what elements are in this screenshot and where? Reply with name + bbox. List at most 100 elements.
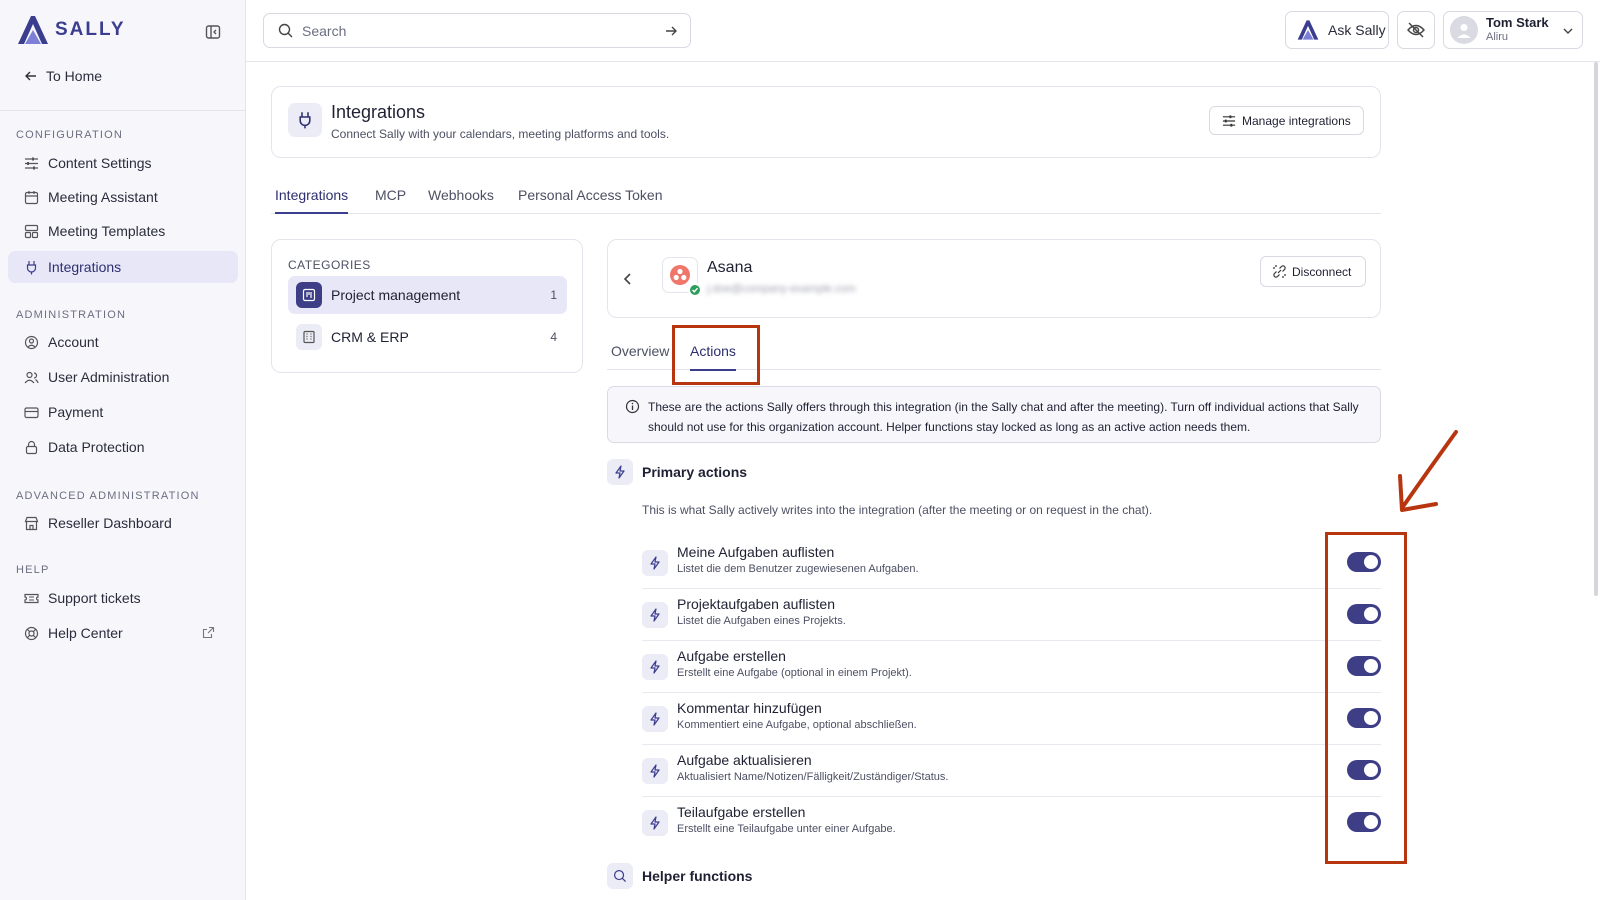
sidebar-item-label: Integrations	[48, 259, 122, 275]
search-box[interactable]	[263, 13, 691, 48]
action-title: Aufgabe aktualisieren	[677, 752, 812, 768]
kanban-icon	[296, 282, 322, 308]
ask-sally-button[interactable]: Ask Sally	[1285, 11, 1389, 49]
sidebar-item-help-center[interactable]: Help Center	[8, 617, 238, 649]
action-description: Erstellt eine Teilaufgabe unter einer Au…	[677, 823, 896, 835]
sidebar-item-label: Account	[48, 334, 99, 350]
sidebar-collapse-icon[interactable]	[205, 24, 221, 40]
plug-icon	[26, 260, 37, 274]
primary-actions-subtitle: This is what Sally actively writes into …	[642, 503, 1153, 517]
lightning-icon	[642, 810, 668, 836]
section-administration: ADMINISTRATION	[16, 309, 127, 321]
integration-name: Asana	[707, 259, 753, 276]
action-description: Aktualisiert Name/Notizen/Fälligkeit/Zus…	[677, 771, 949, 783]
chevron-down-icon	[1563, 28, 1573, 34]
unlink-icon	[1273, 265, 1286, 278]
tab-personal-access-token[interactable]: Personal Access Token	[518, 187, 663, 212]
action-row: Kommentar hinzufügen Kommentiert eine Au…	[642, 693, 1381, 745]
lock-icon	[25, 440, 38, 454]
building-icon	[296, 324, 322, 350]
sidebar-item-support-tickets[interactable]: Support tickets	[8, 582, 238, 614]
plug-icon	[299, 112, 311, 129]
categories-title: CATEGORIES	[288, 258, 371, 272]
ask-sally-label: Ask Sally	[1328, 22, 1386, 38]
tab-integrations[interactable]: Integrations	[275, 187, 349, 214]
top-bar: Ask Sally Tom Stark Aliru	[246, 0, 1600, 62]
tab-overview[interactable]: Overview	[611, 343, 669, 369]
action-title: Projektaufgaben auflisten	[677, 596, 835, 612]
search-input[interactable]	[302, 22, 642, 39]
disconnect-label: Disconnect	[1292, 264, 1352, 279]
user-menu[interactable]: Tom Stark Aliru	[1443, 11, 1583, 49]
primary-actions-title: Primary actions	[642, 464, 748, 480]
store-icon	[24, 516, 39, 530]
privacy-toggle-button[interactable]	[1397, 11, 1435, 49]
sidebar-item-meeting-assistant[interactable]: Meeting Assistant	[8, 181, 238, 213]
user-organization: Aliru	[1486, 31, 1509, 43]
annotation-highlight-actions-tab	[672, 325, 760, 385]
action-title: Aufgabe erstellen	[677, 648, 786, 664]
sidebar-item-reseller-dashboard[interactable]: Reseller Dashboard	[8, 507, 238, 539]
chevron-left-icon[interactable]	[622, 272, 634, 286]
tab-webhooks[interactable]: Webhooks	[428, 187, 494, 212]
asana-logo-icon	[670, 265, 690, 285]
sidebar-item-content-settings[interactable]: Content Settings	[8, 147, 238, 179]
to-home-label: To Home	[46, 68, 103, 84]
sidebar-item-label: Meeting Assistant	[48, 189, 158, 205]
info-text: These are the actions Sally offers throu…	[648, 400, 1359, 434]
sliders-icon	[1222, 114, 1236, 127]
category-project-management[interactable]: Project management 1	[288, 276, 567, 314]
sidebar-item-label: Support tickets	[48, 590, 141, 606]
sidebar-item-data-protection[interactable]: Data Protection	[8, 431, 238, 463]
helper-functions-title: Helper functions	[642, 868, 753, 884]
page-scrollbar[interactable]	[1594, 62, 1598, 596]
sidebar-item-account[interactable]: Account	[8, 326, 238, 358]
category-label: Project management	[331, 287, 461, 303]
page-header-card: Integrations Connect Sally with your cal…	[271, 86, 1381, 158]
category-crm-erp[interactable]: CRM & ERP 4	[288, 318, 567, 356]
connected-check-icon	[688, 283, 702, 297]
lightning-icon	[642, 706, 668, 732]
lightning-icon	[642, 602, 668, 628]
to-home-link[interactable]: To Home	[24, 68, 102, 84]
section-advanced-administration: ADVANCED ADMINISTRATION	[16, 490, 200, 502]
lightning-icon	[607, 459, 633, 485]
sidebar-item-meeting-templates[interactable]: Meeting Templates	[8, 215, 238, 247]
tab-mcp[interactable]: MCP	[375, 187, 406, 212]
sidebar-item-label: Help Center	[48, 625, 123, 641]
sidebar-item-label: Meeting Templates	[48, 223, 166, 239]
action-description: Erstellt eine Aufgabe (optional in einem…	[677, 667, 912, 679]
manage-integrations-button[interactable]: Manage integrations	[1209, 106, 1364, 135]
sidebar-item-integrations[interactable]: Integrations	[8, 251, 238, 283]
action-row: Teilaufgabe erstellen Erstellt eine Teil…	[642, 797, 1381, 849]
disconnect-button[interactable]: Disconnect	[1260, 256, 1366, 287]
user-name: Tom Stark	[1486, 15, 1549, 30]
category-label: CRM & ERP	[331, 329, 409, 345]
template-icon	[24, 224, 39, 238]
integration-account-email: j.doe@company-example.com	[707, 283, 856, 295]
users-icon	[24, 371, 39, 383]
sidebar-divider	[0, 110, 246, 111]
sidebar-item-payment[interactable]: Payment	[8, 396, 238, 428]
sally-logo[interactable]: SALLY	[16, 14, 126, 46]
account-icon	[24, 335, 39, 349]
action-description: Kommentiert eine Aufgabe, optional absch…	[677, 719, 917, 731]
brand-name: SALLY	[55, 19, 126, 40]
sidebar-item-label: Content Settings	[48, 155, 152, 171]
action-title: Meine Aufgaben auflisten	[677, 544, 835, 560]
sidebar-item-label: Payment	[48, 404, 104, 420]
categories-panel: CATEGORIES Project management 1 CRM & ER…	[271, 239, 583, 373]
action-row: Aufgabe aktualisieren Aktualisiert Name/…	[642, 745, 1381, 797]
main-tabs: Integrations MCP Webhooks Personal Acces…	[271, 184, 1381, 214]
avatar	[1450, 16, 1478, 44]
arrow-right-icon[interactable]	[664, 24, 678, 38]
action-row: Meine Aufgaben auflisten Listet die dem …	[642, 537, 1381, 589]
action-description: Listet die dem Benutzer zugewiesenen Auf…	[677, 563, 919, 575]
action-description: Listet die Aufgaben eines Projekts.	[677, 615, 846, 627]
sidebar: SALLY To Home CONFIGURATION Content Sett…	[0, 0, 246, 900]
action-row: Projektaufgaben auflisten Listet die Auf…	[642, 589, 1381, 641]
sidebar-item-user-administration[interactable]: User Administration	[8, 361, 238, 393]
category-count: 1	[550, 288, 557, 302]
page-title: Integrations	[331, 102, 426, 122]
lightning-icon	[642, 654, 668, 680]
